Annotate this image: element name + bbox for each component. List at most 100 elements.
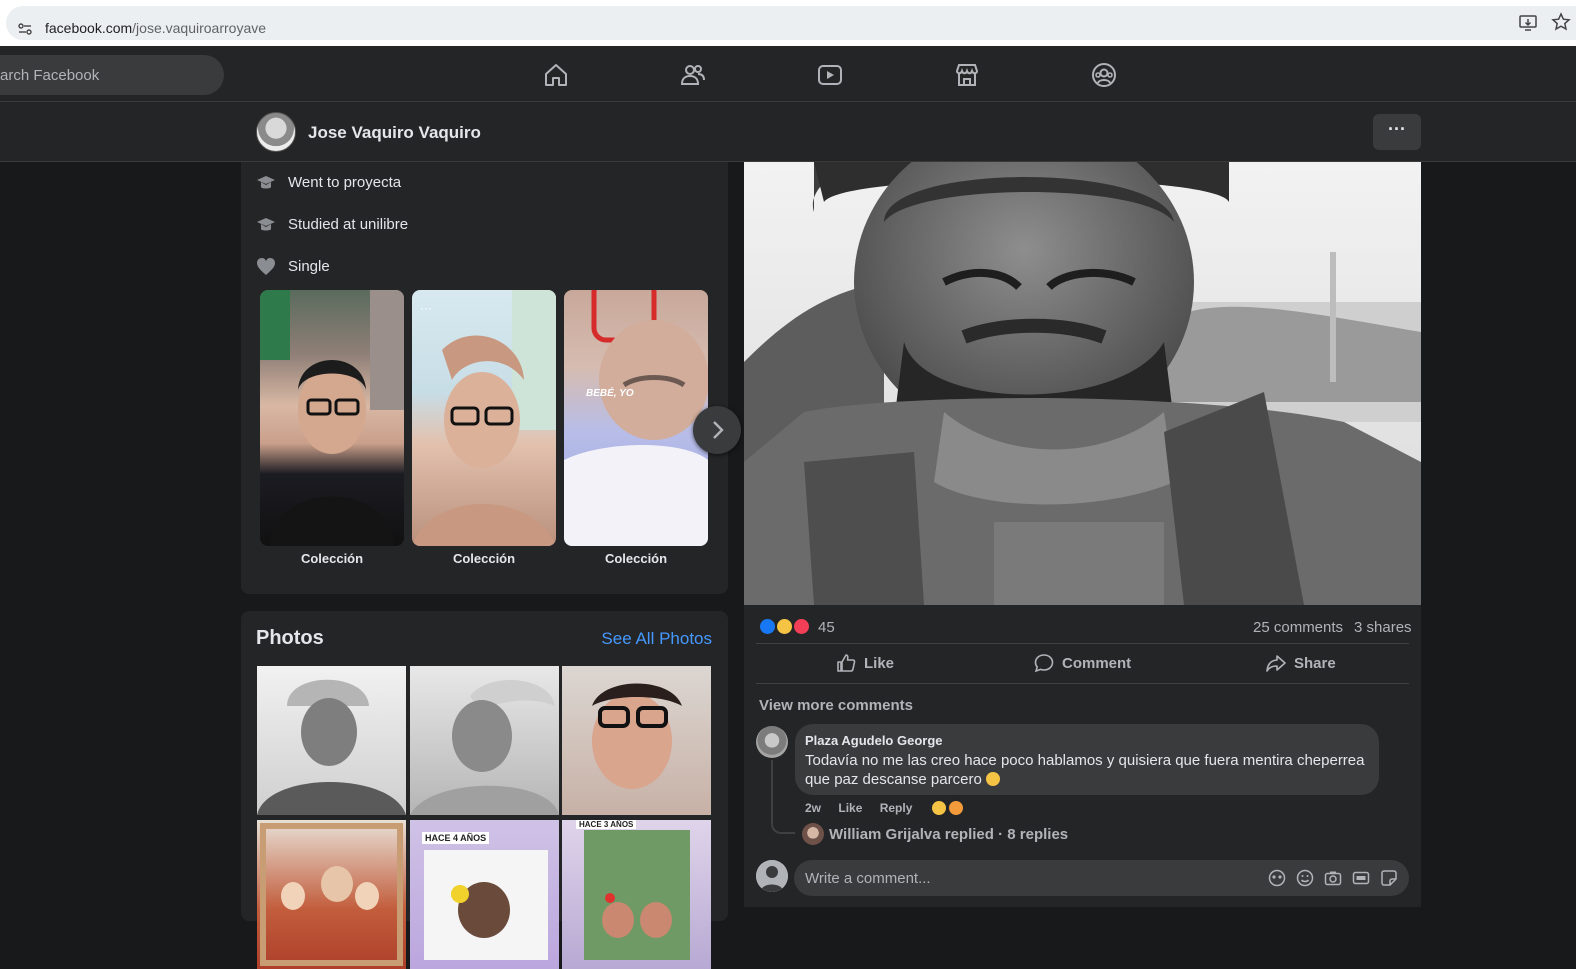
photo-image <box>257 679 406 815</box>
collection-photo: ··· <box>412 290 556 546</box>
address-bar[interactable]: facebook.com/jose.vaquiroarroyave <box>6 6 1576 40</box>
site-settings-icon[interactable] <box>18 22 32 36</box>
comment-button[interactable]: Comment <box>974 644 1192 682</box>
sticker-icon[interactable] <box>1380 869 1398 887</box>
share-label: Share <box>1294 655 1336 672</box>
education-icon <box>257 176 275 189</box>
photo-image <box>584 830 690 960</box>
disappointed-emoji-icon <box>985 772 1000 786</box>
comment-text-block: Todavía no me las creo hace poco hablamo… <box>805 751 1365 789</box>
home-icon[interactable] <box>543 62 569 88</box>
view-more-comments-link[interactable]: View more comments <box>759 697 913 714</box>
camera-icon[interactable] <box>1324 869 1342 887</box>
like-icon <box>837 654 856 672</box>
see-all-photos-link[interactable]: See All Photos <box>601 629 712 649</box>
chevron-right-icon <box>713 421 724 439</box>
photo-thumbnail[interactable] <box>257 820 406 969</box>
collection-overlay-text: BEBÉ, YO <box>586 388 634 399</box>
more-options-button[interactable]: ··· <box>1373 114 1421 150</box>
bookmark-star-icon[interactable] <box>1551 12 1571 32</box>
svg-text:···: ··· <box>420 301 432 315</box>
avatar-sticker-icon[interactable] <box>1268 869 1286 887</box>
profile-name[interactable]: Jose Vaquiro Vaquiro <box>308 123 481 143</box>
marketplace-icon[interactable] <box>954 62 980 88</box>
collection-photo <box>564 290 708 546</box>
collection-label[interactable]: Colección <box>564 551 708 566</box>
install-app-icon[interactable] <box>1518 13 1538 33</box>
sad-reaction-icon <box>775 617 794 636</box>
photos-title[interactable]: Photos <box>256 627 324 650</box>
photo-thumbnail[interactable] <box>410 666 559 815</box>
post-card: 45 25 comments 3 shares Like Comment Sha… <box>744 162 1421 907</box>
comment-reply-button[interactable]: Reply <box>880 801 913 815</box>
comment-icon <box>1034 654 1054 673</box>
url-host: facebook.com <box>45 20 133 36</box>
gif-icon[interactable] <box>1352 869 1370 887</box>
post-image[interactable] <box>744 162 1421 605</box>
search-input[interactable]: arch Facebook <box>0 55 224 95</box>
photo-thumbnail[interactable] <box>562 666 711 815</box>
comment-meta: 2w Like Reply 3 <box>805 801 939 815</box>
friends-icon[interactable] <box>680 62 706 88</box>
facebook-top-nav: arch Facebook <box>0 46 1576 102</box>
emoji-icon[interactable] <box>1296 869 1314 887</box>
reaction-count[interactable]: 45 <box>818 619 835 636</box>
comments-count[interactable]: 25 comments <box>1253 619 1343 636</box>
comment-time[interactable]: 2w <box>805 801 821 815</box>
groups-icon[interactable] <box>1091 62 1117 88</box>
photo-image <box>410 679 559 815</box>
intro-text: Went to proyecta <box>288 174 402 191</box>
intro-card: Went to proyecta Studied at unilibre Sin… <box>241 162 741 594</box>
photo-image <box>592 683 682 789</box>
heart-icon <box>257 258 275 275</box>
care-reaction-icon <box>947 799 965 817</box>
collection-label[interactable]: Colección <box>412 551 556 566</box>
reply-thread-line <box>771 760 795 834</box>
write-comment-input[interactable]: Write a comment... <box>794 860 1409 896</box>
url-path: /jose.vaquiroarroyave <box>132 20 267 36</box>
post-photo <box>744 162 1421 605</box>
collection-label[interactable]: Colección <box>260 551 404 566</box>
video-icon[interactable] <box>817 62 843 88</box>
search-placeholder: arch Facebook <box>0 67 100 84</box>
share-button[interactable]: Share <box>1192 644 1410 682</box>
collection-thumbnail[interactable]: ··· <box>412 290 556 546</box>
photo-thumbnail[interactable]: HACE 3 AÑOS <box>562 820 711 969</box>
collection-thumbnail[interactable] <box>260 290 404 546</box>
view-replies-link[interactable]: William Grijalva replied · 8 replies <box>829 826 1068 843</box>
share-icon <box>1266 655 1286 672</box>
comment-like-button[interactable]: Like <box>838 801 862 815</box>
like-button[interactable]: Like <box>756 644 974 682</box>
collection-thumbnail[interactable]: BEBÉ, YO <box>564 290 708 546</box>
comment-author[interactable]: Plaza Agudelo George <box>805 733 943 748</box>
shares-count[interactable]: 3 shares <box>1354 619 1412 636</box>
url-text[interactable]: facebook.com/jose.vaquiroarroyave <box>45 20 266 36</box>
intro-text: Studied at unilibre <box>288 216 409 233</box>
sad-reaction-icon <box>930 799 948 817</box>
browser-toolbar: facebook.com/jose.vaquiroarroyave <box>0 0 1576 46</box>
love-reaction-icon <box>792 617 811 636</box>
default-avatar-icon <box>756 860 788 892</box>
write-comment-placeholder: Write a comment... <box>805 870 931 887</box>
education-icon <box>257 218 275 231</box>
memory-label: HACE 4 AÑOS <box>422 832 490 844</box>
profile-avatar[interactable] <box>256 112 296 152</box>
photo-thumbnail[interactable] <box>257 666 406 815</box>
collection-photo <box>260 290 404 546</box>
divider <box>756 683 1409 684</box>
photo-image <box>260 823 403 966</box>
like-label: Like <box>864 655 895 672</box>
memory-label: HACE 3 AÑOS <box>576 820 637 829</box>
current-user-avatar[interactable] <box>756 860 788 892</box>
comment-text: Todavía no me las creo hace poco hablamo… <box>805 752 1365 788</box>
photo-thumbnail[interactable]: HACE 4 AÑOS <box>410 820 559 969</box>
photos-card: Photos See All Photos HACE 4 AÑOS HACE 3… <box>241 611 728 969</box>
intro-text: Single <box>288 258 330 275</box>
commenter-avatar[interactable] <box>756 726 788 758</box>
comment-bubble: Plaza Agudelo George Todavía no me las c… <box>795 724 1379 795</box>
replier-avatar[interactable] <box>802 823 824 845</box>
like-reaction-icon <box>758 617 777 636</box>
profile-header-bar: Jose Vaquiro Vaquiro ··· <box>0 102 1576 162</box>
comment-label: Comment <box>1062 655 1132 672</box>
carousel-next-button[interactable] <box>693 406 741 454</box>
